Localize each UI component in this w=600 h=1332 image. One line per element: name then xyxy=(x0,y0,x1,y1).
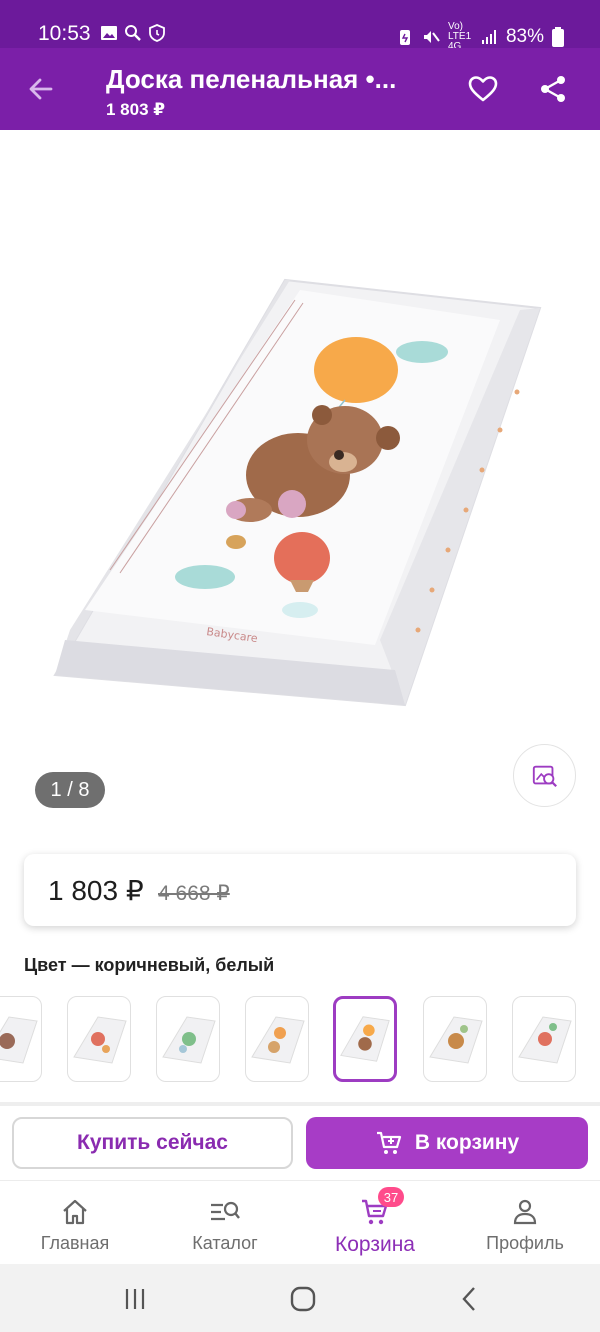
color-option-5[interactable] xyxy=(333,996,397,1082)
bottom-navigation: Главная Каталог 37 Корзина Профиль xyxy=(0,1180,600,1264)
catalog-search-icon xyxy=(208,1195,242,1229)
product-image[interactable]: Babycare xyxy=(0,130,600,830)
status-bar: 10:53 Vo) LTE1 4G 83% xyxy=(0,0,600,52)
profile-icon xyxy=(508,1195,542,1229)
battery-icon xyxy=(552,27,564,47)
color-option-7[interactable] xyxy=(512,996,576,1082)
chevron-left-icon xyxy=(462,1287,475,1311)
color-option-3[interactable] xyxy=(156,996,220,1082)
nav-item-profile[interactable]: Профиль xyxy=(450,1181,600,1265)
color-option-1[interactable] xyxy=(0,996,42,1082)
recent-apps-button[interactable] xyxy=(115,1284,155,1314)
buy-now-label: Купить сейчас xyxy=(77,1131,228,1154)
image-search-icon xyxy=(532,765,557,787)
color-label: Цвет — коричневый, белый xyxy=(24,955,275,975)
top-app-bar: Доска пеленальная •... 1 803 ₽ xyxy=(0,48,600,130)
share-icon xyxy=(541,76,565,102)
nav-label-profile: Профиль xyxy=(486,1233,564,1253)
header-price: 1 803 ₽ xyxy=(106,100,166,119)
color-option-2[interactable] xyxy=(67,996,131,1082)
nav-item-home[interactable]: Главная xyxy=(0,1181,150,1265)
battery-saver-icon xyxy=(399,30,410,45)
buy-now-button[interactable]: Купить сейчас xyxy=(12,1117,293,1169)
color-option-4[interactable] xyxy=(245,996,309,1082)
signal-icon xyxy=(481,30,496,44)
price-card: 1 803 ₽ 4 668 ₽ xyxy=(24,854,576,926)
thumb-image xyxy=(0,1016,38,1064)
search-notification-icon xyxy=(125,25,141,41)
cart-badge: 37 xyxy=(378,1187,404,1207)
thumb-image xyxy=(429,1016,483,1064)
recent-apps-icon xyxy=(125,1289,145,1309)
shield-clock-icon xyxy=(149,24,165,42)
back-button[interactable] xyxy=(22,70,60,108)
thumb-image xyxy=(73,1016,127,1064)
mute-icon xyxy=(423,31,440,43)
color-options xyxy=(0,996,600,1084)
nav-label-cart: Корзина xyxy=(335,1233,415,1256)
nav-label-home: Главная xyxy=(40,1233,110,1253)
thumb-image xyxy=(162,1016,216,1064)
nav-label-catalog: Каталог xyxy=(192,1233,258,1253)
add-to-cart-button[interactable]: В корзину xyxy=(306,1117,588,1169)
color-option-6[interactable] xyxy=(423,996,487,1082)
price-current: 1 803 ₽ xyxy=(48,875,144,906)
battery-percent: 83% xyxy=(505,26,544,47)
home-circle-icon xyxy=(290,1286,316,1312)
cart-plus-icon xyxy=(376,1131,401,1154)
favorite-button[interactable] xyxy=(464,70,502,108)
share-button[interactable] xyxy=(534,70,572,108)
page-title: Доска пеленальная •... xyxy=(106,64,397,94)
divider xyxy=(0,1102,600,1106)
status-notification-icons xyxy=(100,24,166,42)
heart-outline-icon xyxy=(468,76,498,102)
thumb-image xyxy=(251,1016,305,1064)
thumb-image xyxy=(518,1016,572,1064)
nav-item-catalog[interactable]: Каталог xyxy=(150,1181,300,1265)
gallery-icon xyxy=(101,26,117,40)
changing-board-illustration: Babycare xyxy=(53,278,542,707)
arrow-left-icon xyxy=(29,78,53,100)
visual-search-button[interactable] xyxy=(513,744,576,807)
thumb-image xyxy=(340,1016,390,1062)
home-button[interactable] xyxy=(283,1284,323,1314)
add-to-cart-label: В корзину xyxy=(414,1131,520,1154)
home-icon xyxy=(58,1195,92,1229)
price-old: 4 668 ₽ xyxy=(158,882,230,905)
cart-icon: 37 xyxy=(358,1187,404,1229)
system-back-button[interactable] xyxy=(450,1284,490,1314)
status-time: 10:53 xyxy=(38,22,91,45)
gallery-counter: 1 / 8 xyxy=(35,772,105,808)
system-navigation-bar xyxy=(0,1264,600,1332)
nav-item-cart[interactable]: 37 Корзина xyxy=(300,1181,450,1265)
